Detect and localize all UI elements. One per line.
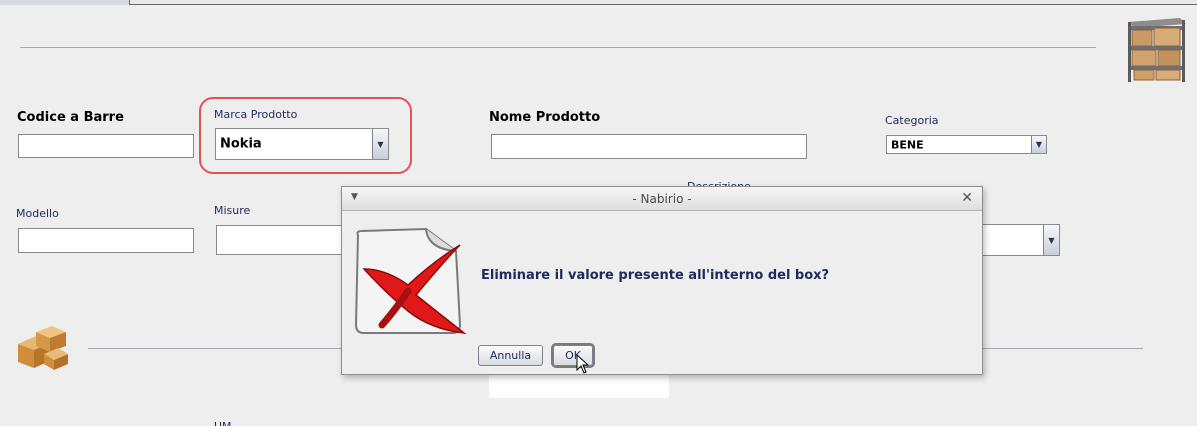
confirm-dialog: ▼ - Nabirio - ✕ Eliminare il valore pres… bbox=[341, 186, 983, 375]
size-field[interactable] bbox=[216, 225, 346, 255]
dialog-message: Eliminare il valore presente all'interno… bbox=[481, 268, 830, 283]
cancel-button[interactable]: Annulla bbox=[478, 345, 543, 366]
um-label: UM bbox=[214, 420, 232, 426]
product-name-label: Nome Prodotto bbox=[489, 110, 601, 125]
tab-strip bbox=[0, 0, 1197, 5]
dialog-title: - Nabirio - bbox=[632, 192, 692, 206]
product-form-window: Codice a Barre Marca Prodotto Nokia ▼ No… bbox=[0, 0, 1197, 426]
close-icon[interactable]: ✕ bbox=[961, 190, 973, 206]
chevron-down-icon[interactable]: ▼ bbox=[1031, 136, 1046, 153]
barcode-field[interactable] bbox=[18, 134, 194, 158]
category-value: BENE bbox=[891, 138, 924, 151]
chevron-down-icon[interactable]: ▼ bbox=[1043, 225, 1059, 255]
delete-document-icon bbox=[352, 225, 470, 337]
barcode-label: Codice a Barre bbox=[17, 110, 124, 125]
top-separator bbox=[20, 47, 1096, 48]
boxes-shelf-icon bbox=[1124, 12, 1188, 82]
category-label: Categoria bbox=[885, 114, 939, 127]
highlight-outline bbox=[199, 97, 412, 174]
product-name-field[interactable] bbox=[491, 134, 807, 159]
model-label: Modello bbox=[16, 207, 59, 220]
size-label: Misure bbox=[214, 204, 251, 217]
active-tab[interactable] bbox=[0, 0, 130, 5]
dialog-titlebar[interactable]: ▼ - Nabirio - ✕ bbox=[342, 187, 982, 211]
cursor-icon bbox=[576, 353, 590, 376]
category-combobox[interactable]: BENE ▼ bbox=[886, 135, 1047, 154]
packages-icon bbox=[14, 324, 70, 372]
secondary-combobox[interactable]: ▼ bbox=[975, 224, 1060, 256]
partial-field[interactable] bbox=[489, 375, 669, 398]
model-field[interactable] bbox=[18, 228, 194, 253]
